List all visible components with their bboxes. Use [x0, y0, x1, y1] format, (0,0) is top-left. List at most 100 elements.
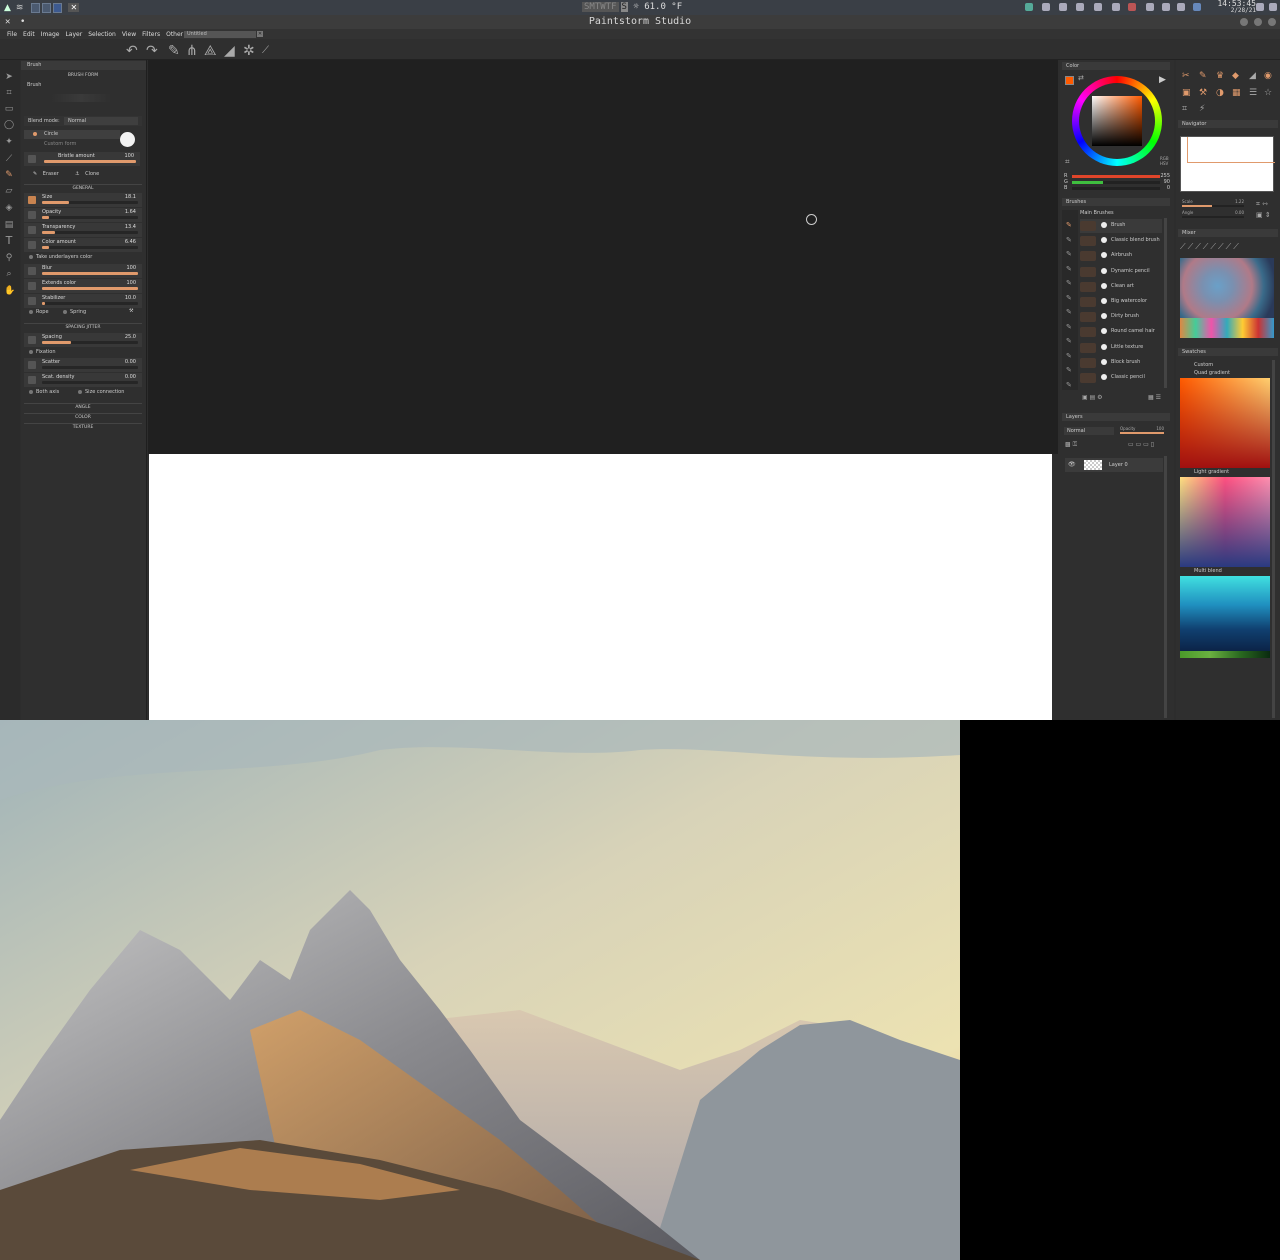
quick-tool-10-icon[interactable]: ▦ — [1232, 88, 1241, 98]
nav-fit-icon[interactable]: ⌗ ⇿ — [1256, 200, 1268, 209]
mic-icon[interactable] — [1162, 3, 1170, 11]
volume-icon[interactable] — [1059, 3, 1067, 11]
lock-icon[interactable] — [1256, 3, 1264, 11]
section-angle[interactable]: ANGLE — [24, 403, 142, 410]
brushes-footer-icons[interactable]: ▣ ▤ ⚙ — [1082, 394, 1103, 401]
take-underlayers-toggle[interactable]: Take underlayers color — [29, 254, 92, 260]
blur-row[interactable]: Blur 100 — [24, 264, 142, 278]
launcher-icon[interactable]: ≋ — [16, 3, 24, 13]
crop-tool-icon[interactable]: ⌗ — [4, 88, 14, 98]
quick-tool-9-icon[interactable]: ◑ — [1216, 88, 1224, 98]
wifi-icon[interactable] — [1076, 3, 1084, 11]
undo-icon[interactable]: ↶ — [126, 43, 138, 59]
nav-angle-slider[interactable]: Angle 0.00 — [1180, 210, 1246, 218]
swap-colors-icon[interactable]: ⇄ — [1078, 74, 1084, 82]
brush-category-icon[interactable]: ✎ — [1066, 323, 1072, 331]
section-texture[interactable]: TEXTURE — [24, 423, 142, 430]
blend-mode-select[interactable]: Normal — [64, 117, 138, 125]
section-spacing-jitter[interactable]: SPACING JITTER — [24, 323, 142, 330]
rect-select-icon[interactable]: ▭ — [4, 104, 14, 114]
quick-tool-2-icon[interactable]: ✎ — [1199, 71, 1207, 81]
form-circle-row[interactable]: Circle — [24, 130, 120, 139]
brushes-group-label[interactable]: Main Brushes — [1080, 210, 1114, 216]
canvas-workspace[interactable] — [148, 60, 1058, 454]
layer-opacity-slider[interactable]: Opacity 100 — [1118, 426, 1166, 435]
quad-gradient-swatches[interactable] — [1180, 378, 1270, 468]
quick-tool-12-icon[interactable]: ☆ — [1264, 88, 1272, 98]
mixer-tools-icons[interactable]: ⟋⟋⟋⟋⟋⟋⟋⟋ — [1180, 242, 1241, 252]
scat-density-row[interactable]: Scat. density 0.00 — [24, 373, 142, 387]
brush-list-item[interactable]: Brush — [1080, 219, 1162, 233]
workspace-2[interactable] — [42, 2, 52, 13]
menu-filters[interactable]: Filters — [142, 31, 160, 38]
zoom-icon[interactable]: ⌕ — [4, 269, 14, 279]
quick-tool-11-icon[interactable]: ☰ — [1249, 88, 1257, 98]
menu-selection[interactable]: Selection — [88, 31, 116, 38]
brush-category-icon[interactable]: ✎ — [1066, 221, 1072, 229]
brush-tool-icon[interactable]: ✎ — [168, 43, 180, 59]
nav-reset-icon[interactable]: ▣ ⇕ — [1256, 211, 1271, 219]
section-color[interactable]: COLOR — [24, 413, 142, 420]
size-connection-option[interactable]: Size connection — [78, 389, 124, 395]
quick-tool-14-icon[interactable]: ⚡ — [1199, 104, 1205, 114]
brush-category-icon[interactable]: ✎ — [1066, 250, 1072, 258]
foreground-swatch[interactable] — [1065, 76, 1074, 85]
color-square[interactable] — [1092, 96, 1142, 146]
gradient-icon[interactable]: ▤ — [4, 220, 14, 230]
brush-list-item[interactable]: Classic blend brush — [1080, 234, 1162, 248]
layer-tools-icons[interactable]: ▩ ⚿ — [1065, 441, 1077, 449]
text-tool-icon[interactable]: T — [4, 235, 14, 246]
move-tool-icon[interactable]: ➤ — [4, 72, 14, 82]
menu-layer[interactable]: Layer — [65, 31, 82, 38]
brushes-scrollbar[interactable] — [1164, 218, 1167, 388]
layer-actions-icons[interactable]: ▭ ▭ ▭ ▯ — [1128, 441, 1154, 448]
channel-g-row[interactable]: G 90 — [1064, 179, 1170, 185]
magic-wand-icon[interactable]: ✦ — [4, 137, 14, 147]
navigator-viewport[interactable] — [1187, 137, 1275, 163]
nav-scale-slider[interactable]: Scale 1.22 — [1180, 199, 1246, 207]
close-window-icon[interactable]: ✕ — [68, 3, 80, 12]
extends-color-row[interactable]: Extends color 100 — [24, 279, 142, 293]
brush-list-item[interactable]: Classic pencil — [1080, 371, 1162, 385]
stabilizer-settings-icon[interactable]: ⚒ — [129, 308, 133, 314]
ruler-icon[interactable]: ◢ — [224, 43, 235, 59]
quick-tool-7-icon[interactable]: ▣ — [1182, 88, 1191, 98]
brush-list-item[interactable]: Dynamic pencil — [1080, 265, 1162, 279]
eraser-icon[interactable]: ▱ — [4, 186, 14, 196]
quick-tool-5-icon[interactable]: ◢ — [1249, 71, 1256, 81]
settings-icon[interactable]: ✲ — [243, 43, 255, 59]
swatch-group-light-gradient[interactable]: Light gradient — [1194, 469, 1229, 475]
brush-category-icon[interactable]: ✎ — [1066, 337, 1072, 345]
color-wheel[interactable] — [1072, 76, 1162, 166]
light-gradient-swatches[interactable] — [1180, 477, 1270, 567]
app-menu-icon[interactable]: ▲ — [4, 3, 11, 13]
quick-tool-6-icon[interactable]: ◉ — [1264, 71, 1272, 81]
brush-list-item[interactable]: Round camel hair — [1080, 325, 1162, 339]
quick-tool-1-icon[interactable]: ✂ — [1182, 71, 1190, 81]
color-amount-row[interactable]: Color amount 6.46 — [24, 238, 142, 252]
usb-icon[interactable] — [1094, 3, 1102, 11]
layer-blend-select[interactable]: Normal — [1064, 427, 1114, 435]
brush-list-item[interactable]: Dirty brush — [1080, 310, 1162, 324]
form-custom-label[interactable]: Custom form — [44, 141, 76, 147]
pin-icon[interactable]: • — [20, 15, 25, 29]
layers-scrollbar[interactable] — [1164, 456, 1167, 718]
section-general[interactable]: GENERAL — [24, 184, 142, 191]
opacity-row[interactable]: Opacity 1.64 — [24, 208, 142, 222]
color-crop-icon[interactable]: ⌗ — [1065, 157, 1070, 167]
color-play-icon[interactable]: ▶ — [1159, 75, 1166, 85]
maximize-button[interactable] — [1254, 18, 1262, 26]
brush-category-icon[interactable]: ✎ — [1066, 352, 1072, 360]
power-icon[interactable] — [1269, 3, 1277, 11]
layer-visibility-icon[interactable]: 👁 — [1068, 461, 1076, 468]
brush-list-item[interactable]: Clean art — [1080, 280, 1162, 294]
brush-category-icon[interactable]: ✎ — [1066, 308, 1072, 316]
document-tab-close-icon[interactable]: ✕ — [257, 31, 263, 37]
monitor-icon[interactable] — [1128, 3, 1136, 11]
quick-tool-3-icon[interactable]: ♛ — [1216, 71, 1224, 81]
clone-toggle[interactable]: ⚓ Clone — [75, 171, 99, 177]
spacing-row[interactable]: Spacing 25.0 — [24, 333, 142, 347]
notification-icon[interactable] — [1193, 3, 1201, 11]
bristle-amount-row[interactable]: Bristle amount 100 — [24, 152, 140, 166]
menu-file[interactable]: File — [7, 31, 17, 38]
